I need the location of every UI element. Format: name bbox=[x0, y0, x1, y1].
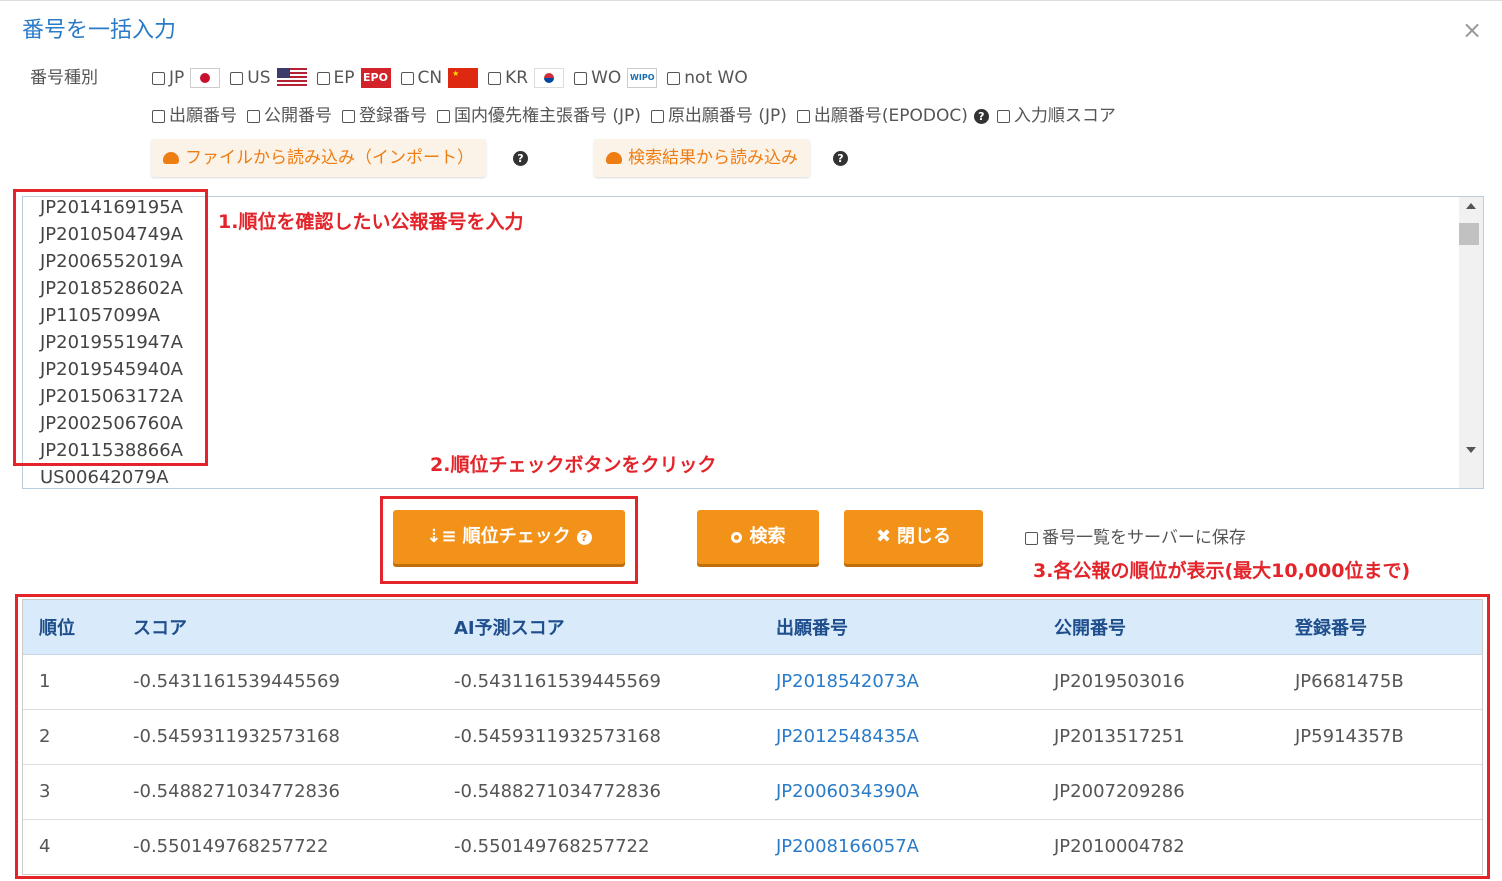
checkbox-publication[interactable] bbox=[247, 109, 260, 123]
import-help-icon[interactable]: ? bbox=[513, 151, 528, 166]
checkbox-not-wo[interactable] bbox=[667, 71, 681, 85]
close-icon[interactable]: × bbox=[1462, 16, 1482, 44]
number-type-label: 番号種別 bbox=[30, 68, 98, 88]
dialog-title: 番号を一括入力 bbox=[22, 18, 177, 43]
kind-option-original-application[interactable]: 原出願番号 (JP) bbox=[650, 104, 787, 128]
scroll-down-icon[interactable] bbox=[1466, 447, 1476, 453]
header-rank: 順位 bbox=[39, 618, 75, 639]
us-flag-icon bbox=[276, 68, 307, 88]
number-line: US00642079A bbox=[40, 467, 169, 488]
rank-check-button[interactable]: ⇣≡ 順位チェック? bbox=[393, 510, 625, 564]
kind-option-registration[interactable]: 登録番号 bbox=[342, 104, 427, 128]
checkbox-save-to-server[interactable] bbox=[1025, 531, 1038, 545]
table-row: 3 -0.5488271034772836 -0.548827103477283… bbox=[23, 765, 1482, 820]
scroll-up-icon[interactable] bbox=[1466, 203, 1476, 209]
cn-flag-icon: ★ bbox=[448, 68, 479, 88]
order-score-option[interactable]: 入力順スコア bbox=[996, 104, 1116, 128]
kind-option-priority[interactable]: 国内優先権主張番号 (JP) bbox=[437, 104, 641, 128]
import-search-result-button[interactable]: 検索結果から読み込み bbox=[594, 139, 810, 177]
application-number-link[interactable]: JP2012548435A bbox=[776, 710, 919, 764]
header-score: スコア bbox=[133, 618, 187, 639]
close-button[interactable]: ✖ 閉じる bbox=[844, 510, 983, 564]
import-file-button[interactable]: ファイルから読み込み（インポート） bbox=[151, 139, 486, 177]
rank-check-help-icon: ? bbox=[576, 530, 592, 545]
header-publication-number: 公開番号 bbox=[1054, 618, 1126, 639]
checkbox-epodoc[interactable] bbox=[796, 109, 810, 123]
jp-flag-icon bbox=[190, 68, 221, 88]
close-x-icon: ✖ bbox=[875, 526, 892, 547]
header-registration-number: 登録番号 bbox=[1295, 618, 1367, 639]
save-to-server-option[interactable]: 番号一覧をサーバーに保存 bbox=[1025, 526, 1246, 550]
country-options: JP US EP EPO CN ★ KR WO WIPO not WO bbox=[152, 66, 758, 90]
country-option-wo[interactable]: WO WIPO bbox=[574, 66, 658, 90]
application-number-link[interactable]: JP2006034390A bbox=[776, 765, 919, 819]
kind-option-application[interactable]: 出願番号 bbox=[152, 104, 237, 128]
application-number-link[interactable]: JP2008166057A bbox=[776, 820, 919, 874]
textarea-scrollbar[interactable] bbox=[1459, 197, 1483, 488]
table-row: 2 -0.5459311932573168 -0.545931193257316… bbox=[23, 710, 1482, 765]
annotation-step2: 2.順位チェックボタンをクリック bbox=[430, 454, 717, 476]
epo-flag-icon: EPO bbox=[360, 68, 391, 88]
number-kind-options: 出願番号 公開番号 登録番号 国内優先権主張番号 (JP) 原出願番号 (JP)… bbox=[152, 104, 1126, 128]
table-row: 1 -0.5431161539445569 -0.543116153944556… bbox=[23, 655, 1482, 710]
scrollbar-thumb[interactable] bbox=[1459, 223, 1479, 245]
application-number-link[interactable]: JP2018542073A bbox=[776, 655, 919, 709]
checkbox-priority[interactable] bbox=[437, 109, 450, 123]
checkbox-kr[interactable] bbox=[488, 71, 502, 85]
header-ai-score: AI予測スコア bbox=[454, 618, 565, 639]
number-input-textarea[interactable]: JP2014169195A JP2010504749A JP2006552019… bbox=[22, 196, 1484, 489]
cloud-download-icon bbox=[606, 152, 622, 164]
wipo-flag-icon: WIPO bbox=[627, 68, 658, 88]
search-result-help-icon[interactable]: ? bbox=[833, 151, 848, 166]
header-application-number: 出願番号 bbox=[776, 618, 848, 639]
checkbox-application[interactable] bbox=[152, 109, 165, 123]
kind-option-publication[interactable]: 公開番号 bbox=[247, 104, 332, 128]
checkbox-registration[interactable] bbox=[342, 109, 355, 123]
annotation-step3: 3.各公報の順位が表示(最大10,000位まで) bbox=[1033, 560, 1411, 582]
country-option-kr[interactable]: KR bbox=[488, 66, 565, 90]
annotation-step1: 1.順位を確認したい公報番号を入力 bbox=[218, 211, 524, 233]
checkbox-cn[interactable] bbox=[400, 71, 414, 85]
help-icon[interactable]: ? bbox=[973, 108, 989, 124]
kr-flag-icon bbox=[534, 68, 565, 88]
checkbox-jp[interactable] bbox=[152, 71, 165, 85]
search-icon bbox=[730, 532, 742, 543]
checkbox-original-application[interactable] bbox=[650, 109, 664, 123]
checkbox-us[interactable] bbox=[230, 71, 244, 85]
country-option-not-wo[interactable]: not WO bbox=[667, 66, 748, 90]
country-option-cn[interactable]: CN ★ bbox=[400, 66, 479, 90]
checkbox-wo[interactable] bbox=[574, 71, 588, 85]
country-option-ep[interactable]: EP EPO bbox=[316, 66, 391, 90]
results-table: 順位 スコア AI予測スコア 出願番号 公開番号 登録番号 1 -0.54311… bbox=[22, 599, 1483, 875]
cloud-upload-icon bbox=[163, 152, 179, 164]
country-option-us[interactable]: US bbox=[230, 66, 307, 90]
country-option-jp[interactable]: JP bbox=[152, 66, 221, 90]
table-row: 4 -0.550149768257722 -0.550149768257722 … bbox=[23, 820, 1482, 874]
kind-option-epodoc[interactable]: 出願番号(EPODOC) bbox=[796, 104, 968, 128]
checkbox-ep[interactable] bbox=[316, 71, 330, 85]
table-header: 順位 スコア AI予測スコア 出願番号 公開番号 登録番号 bbox=[23, 600, 1482, 655]
search-button[interactable]: 検索 bbox=[697, 510, 819, 564]
checkbox-order-score[interactable] bbox=[996, 109, 1010, 123]
sort-icon: ⇣≡ bbox=[426, 526, 457, 547]
top-border bbox=[0, 0, 1502, 1]
annotation-box-input bbox=[13, 189, 208, 466]
